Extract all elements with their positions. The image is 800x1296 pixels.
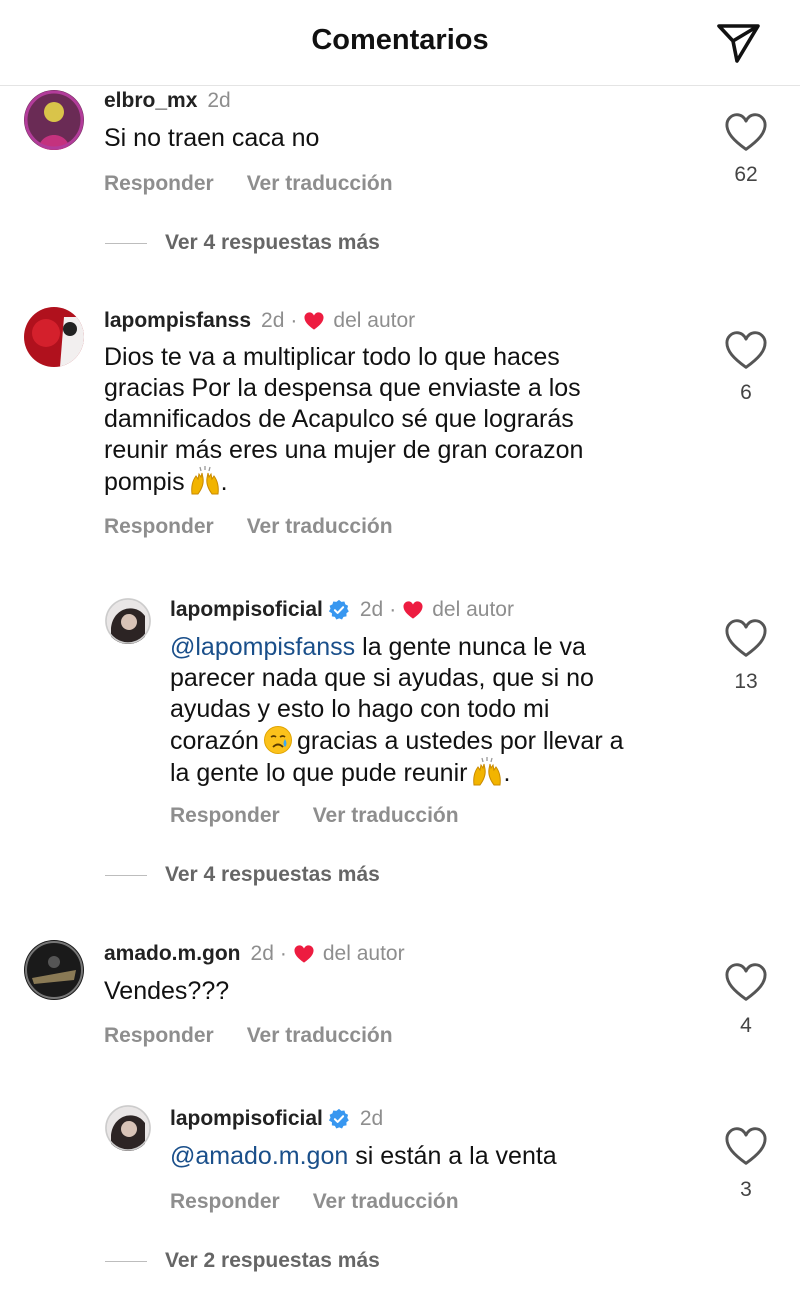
reply-line: parecer nada que si ayudas, que si no	[170, 664, 594, 692]
like-count: 6	[740, 381, 752, 404]
avatar[interactable]	[105, 598, 151, 644]
reply-username[interactable]: lapompisoficial	[170, 598, 323, 622]
like-count: 3	[740, 1178, 752, 1201]
comment-text: Vendes???	[104, 977, 230, 1005]
crying-face-icon	[263, 725, 293, 755]
reply-text: @amado.m.gon si están a la venta	[170, 1141, 700, 1172]
heart-outline-icon[interactable]	[724, 1126, 768, 1166]
reply-line-text: gracias a ustedes por llevar a	[296, 727, 624, 755]
reply-meta: lapompisoficial 2d	[170, 1104, 383, 1134]
translate-button[interactable]: Ver traducción	[313, 1190, 459, 1214]
view-more-replies-label: Ver 2 respuestas más	[165, 1249, 380, 1272]
mention-link[interactable]: @amado.m.gon	[170, 1142, 348, 1170]
author-like-label: del autor	[432, 598, 514, 621]
reply-button[interactable]: Responder	[104, 515, 214, 539]
translate-button[interactable]: Ver traducción	[313, 804, 459, 828]
comment-actions: Responder Ver traducción	[104, 1021, 393, 1051]
comment-username[interactable]: amado.m.gon	[104, 942, 241, 966]
reply-line: @lapompisfanss la gente nunca le va	[170, 632, 700, 663]
translate-button[interactable]: Ver traducción	[247, 172, 393, 196]
paper-plane-icon[interactable]	[715, 22, 761, 64]
comment-meta: amado.m.gon 2d · del autor	[104, 939, 405, 969]
like-count: 62	[734, 163, 758, 186]
heart-filled-icon	[402, 600, 424, 620]
comment-actions: Responder Ver traducción	[104, 169, 393, 199]
comment-actions: Responder Ver traducción	[104, 512, 393, 542]
reply-line-text: si están a la venta	[348, 1142, 557, 1170]
comment-time: 2d	[207, 89, 231, 112]
translate-button[interactable]: Ver traducción	[247, 515, 393, 539]
reply-button[interactable]: Responder	[104, 172, 214, 196]
comment-text: Dios te va a multiplicar todo lo que hac…	[104, 342, 664, 498]
heart-outline-icon[interactable]	[724, 618, 768, 658]
reply-button[interactable]: Responder	[104, 1024, 214, 1048]
like-count: 13	[734, 670, 758, 693]
comment-line-text: pompis	[104, 468, 185, 496]
separator-dot: ·	[389, 598, 397, 621]
comment-meta: elbro_mx 2d	[104, 86, 231, 116]
translate-button[interactable]: Ver traducción	[247, 1024, 393, 1048]
heart-filled-icon	[293, 944, 315, 964]
mention-link[interactable]: @lapompisfanss	[170, 633, 355, 661]
author-like-label: del autor	[333, 309, 416, 332]
comment-username[interactable]: lapompisfanss	[104, 309, 251, 333]
divider	[105, 874, 147, 876]
avatar[interactable]	[24, 307, 84, 367]
comment-username[interactable]: elbro_mx	[104, 89, 197, 113]
comment-line: damnificados de Acapulco sé que lograrás	[104, 405, 574, 433]
avatar[interactable]	[105, 1105, 151, 1151]
heart-outline-icon[interactable]	[724, 330, 768, 370]
author-like-label: del autor	[322, 942, 405, 965]
reply-line-text: la gente nunca le va	[355, 633, 586, 661]
verified-badge-icon	[328, 599, 350, 621]
raising-hands-icon	[471, 757, 503, 787]
comment-time: 2d	[261, 309, 285, 332]
reply-line-tail: .	[503, 759, 511, 787]
reply-line: ayudas y esto lo hago con todo mi	[170, 695, 550, 723]
reply-line-text: corazón	[170, 727, 259, 755]
reply-text: @lapompisfanss la gente nunca le va pare…	[170, 632, 700, 789]
comment-time: 2d	[250, 942, 274, 965]
reply-actions: Responder Ver traducción	[170, 801, 459, 831]
heart-outline-icon[interactable]	[724, 112, 768, 152]
divider	[105, 242, 147, 244]
verified-badge-icon	[328, 1108, 350, 1130]
reply-button[interactable]: Responder	[170, 804, 280, 828]
reply-username[interactable]: lapompisoficial	[170, 1107, 323, 1131]
reply-button[interactable]: Responder	[170, 1190, 280, 1214]
comment-line: gracias Por la despensa que enviaste a l…	[104, 374, 581, 402]
comment-line: pompis.	[104, 466, 664, 498]
comment-text: Si no traen caca no	[104, 124, 320, 152]
comment-line: reunir más eres una mujer de gran corazo…	[104, 436, 584, 464]
reply-actions: Responder Ver traducción	[170, 1187, 459, 1217]
reply-line: corazón gracias a ustedes por llevar a	[170, 725, 700, 757]
reply-meta: lapompisoficial 2d · del autor	[170, 595, 514, 625]
page-title: Comentarios	[311, 24, 489, 56]
reply-time: 2d	[359, 598, 384, 621]
header-bar: Comentarios	[0, 0, 800, 86]
separator-dot: ·	[279, 942, 287, 965]
comment-line-tail: .	[220, 468, 228, 496]
view-more-replies-label: Ver 4 respuestas más	[165, 231, 380, 254]
view-more-replies-button[interactable]: Ver 2 respuestas más	[105, 1246, 380, 1276]
like-count: 4	[740, 1014, 752, 1037]
view-more-replies-button[interactable]: Ver 4 respuestas más	[105, 860, 380, 890]
avatar[interactable]	[24, 940, 84, 1000]
view-more-replies-label: Ver 4 respuestas más	[165, 863, 380, 886]
reply-time: 2d	[359, 1107, 384, 1130]
view-more-replies-button[interactable]: Ver 4 respuestas más	[105, 228, 380, 258]
reply-line: la gente lo que pude reunir.	[170, 757, 700, 789]
comment-line: Dios te va a multiplicar todo lo que hac…	[104, 343, 560, 371]
avatar[interactable]	[24, 90, 84, 150]
comment-meta: lapompisfanss 2d · del autor	[104, 306, 415, 336]
raising-hands-icon	[189, 466, 221, 496]
separator-dot: ·	[290, 309, 298, 332]
heart-outline-icon[interactable]	[724, 962, 768, 1002]
heart-filled-icon	[303, 311, 325, 331]
divider	[105, 1260, 147, 1262]
reply-line-text: la gente lo que pude reunir	[170, 759, 468, 787]
